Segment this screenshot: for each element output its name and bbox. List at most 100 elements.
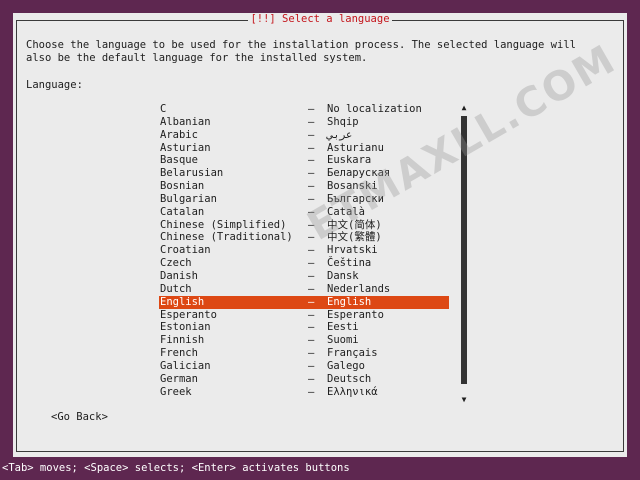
language-option[interactable]: C – No localization <box>159 103 449 116</box>
language-option[interactable]: Finnish – Suomi <box>159 334 449 347</box>
dialog-description: Choose the language to be used for the i… <box>26 39 576 65</box>
language-native-name: Hrvatski <box>327 244 378 257</box>
language-separator: – <box>308 231 315 244</box>
language-name: Danish <box>160 269 198 282</box>
language-list[interactable]: C – No localization Albanian – Shqip Arabic – عر… <box>159 103 449 398</box>
language-name: Catalan <box>160 205 205 218</box>
language-option[interactable]: Arabic – عربي <box>159 129 449 142</box>
status-bar-text: <Tab> moves; <Space> selects; <Enter> ac… <box>2 462 350 474</box>
description-line-2: also be the default language for the ins… <box>26 51 368 64</box>
language-separator: – <box>308 128 315 141</box>
language-option[interactable]: French – Français <box>159 347 449 360</box>
language-name: Asturian <box>160 141 211 154</box>
language-native-name: 中文(简体) <box>327 218 382 231</box>
language-option[interactable]: Bosnian – Bosanski <box>159 180 449 193</box>
language-option[interactable]: Bulgarian – Български <box>159 193 449 206</box>
language-native-name: Eesti <box>327 321 359 334</box>
language-separator: – <box>308 269 315 282</box>
language-name: Galician <box>160 359 211 372</box>
status-bar: <Tab> moves; <Space> selects; <Enter> ac… <box>0 461 640 480</box>
language-separator: – <box>308 192 315 205</box>
language-option[interactable]: Croatian – Hrvatski <box>159 244 449 257</box>
language-separator: – <box>308 385 315 398</box>
language-separator: – <box>308 295 315 308</box>
language-native-name: Euskara <box>327 154 372 167</box>
language-option[interactable]: Esperanto – Esperanto <box>159 309 449 322</box>
language-native-name: Nederlands <box>327 282 391 295</box>
language-native-name: Беларуская <box>327 167 391 180</box>
language-native-name: Ελληνικά <box>327 385 378 398</box>
language-native-name: No localization <box>327 103 422 115</box>
language-name: Bulgarian <box>160 192 217 205</box>
language-native-name: Български <box>327 192 384 205</box>
language-separator: – <box>308 205 315 218</box>
language-native-name: Esperanto <box>327 308 384 321</box>
language-name: Chinese (Simplified) <box>160 218 287 231</box>
language-name: Croatian <box>160 244 211 257</box>
language-option[interactable]: Albanian – Shqip <box>159 116 449 129</box>
language-name: Greek <box>160 385 192 398</box>
language-native-name: Galego <box>327 359 365 372</box>
language-separator: – <box>308 359 315 372</box>
language-separator: – <box>308 103 315 115</box>
language-option[interactable]: Galician – Galego <box>159 360 449 373</box>
installer-screen: [!!] Select a language Choose the langua… <box>0 0 640 480</box>
language-separator: – <box>308 154 315 167</box>
language-native-name: Català <box>327 205 365 218</box>
language-name: Czech <box>160 257 192 270</box>
language-name: Basque <box>160 154 198 167</box>
language-separator: – <box>308 180 315 193</box>
language-separator: – <box>308 244 315 257</box>
language-name: Belarusian <box>160 167 224 180</box>
language-name: German <box>160 372 198 385</box>
language-separator: – <box>308 141 315 154</box>
dialog-title-text: [!!] Select a language <box>248 13 392 25</box>
language-option[interactable]: Chinese (Simplified) – 中文(简体) <box>159 219 449 232</box>
language-name: Chinese (Traditional) <box>160 231 293 244</box>
language-list-scrollbar[interactable]: ▲ ▼ <box>461 104 467 404</box>
language-name: C <box>160 103 167 115</box>
scroll-up-arrow-icon[interactable]: ▲ <box>459 104 469 112</box>
scrollbar-thumb[interactable] <box>461 116 467 384</box>
language-separator: – <box>308 167 315 180</box>
language-separator: – <box>308 282 315 295</box>
language-native-name: Français <box>327 347 378 360</box>
language-option[interactable]: Dutch – Nederlands <box>159 283 449 296</box>
dialog-title: [!!] Select a language <box>13 13 627 26</box>
language-option[interactable]: Basque – Euskara <box>159 154 449 167</box>
language-separator: – <box>308 257 315 270</box>
language-option[interactable]: Czech – Čeština <box>159 257 449 270</box>
language-native-name: Čeština <box>327 257 372 270</box>
description-line-1: Choose the language to be used for the i… <box>26 39 576 51</box>
language-separator: – <box>308 218 315 231</box>
language-option[interactable]: Greek – Ελληνικά <box>159 386 449 399</box>
language-native-name: Asturianu <box>327 141 384 154</box>
language-separator: – <box>308 115 315 128</box>
language-separator: – <box>308 321 315 334</box>
language-option[interactable]: Danish – Dansk <box>159 270 449 283</box>
language-name: Finnish <box>160 334 205 347</box>
language-native-name: Dansk <box>327 269 359 282</box>
language-option-selected[interactable]: English – English <box>159 295 449 309</box>
language-option[interactable]: Belarusian – Беларуская <box>159 167 449 180</box>
language-separator: – <box>308 308 315 321</box>
language-dialog: [!!] Select a language Choose the langua… <box>13 13 627 457</box>
language-separator: – <box>308 347 315 360</box>
language-option[interactable]: Estonian – Eesti <box>159 321 449 334</box>
language-separator: – <box>308 334 315 347</box>
language-name: Bosnian <box>160 180 205 193</box>
language-native-name: عربي <box>327 128 353 141</box>
language-option[interactable]: German – Deutsch <box>159 373 449 386</box>
language-native-name: 中文(繁體) <box>327 231 382 244</box>
go-back-button[interactable]: <Go Back> <box>51 411 108 424</box>
language-name: Estonian <box>160 321 211 334</box>
language-native-name: Suomi <box>327 334 359 347</box>
language-list-label: Language: <box>26 79 83 91</box>
language-option[interactable]: Catalan – Català <box>159 206 449 219</box>
language-native-name: Shqip <box>327 115 359 128</box>
language-option[interactable]: Asturian – Asturianu <box>159 142 449 155</box>
scroll-down-arrow-icon[interactable]: ▼ <box>459 396 469 404</box>
language-native-name: Deutsch <box>327 372 372 385</box>
language-option[interactable]: Chinese (Traditional) – 中文(繁體) <box>159 231 449 244</box>
language-native-name: English <box>327 295 372 308</box>
